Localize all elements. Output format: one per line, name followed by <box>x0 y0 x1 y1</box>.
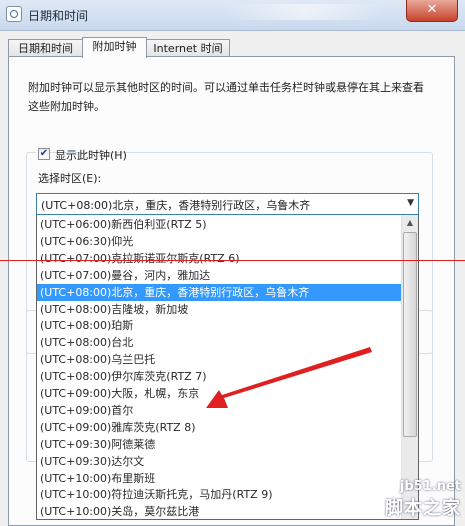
watermark-domain: jb51.net <box>399 479 461 494</box>
tab-additional-clocks[interactable]: 附加时钟 <box>82 37 147 58</box>
red-arrow-annotation <box>206 347 372 408</box>
watermark: jb51.net 脚本之家 <box>385 479 461 520</box>
watermark-name: 脚本之家 <box>385 498 461 519</box>
